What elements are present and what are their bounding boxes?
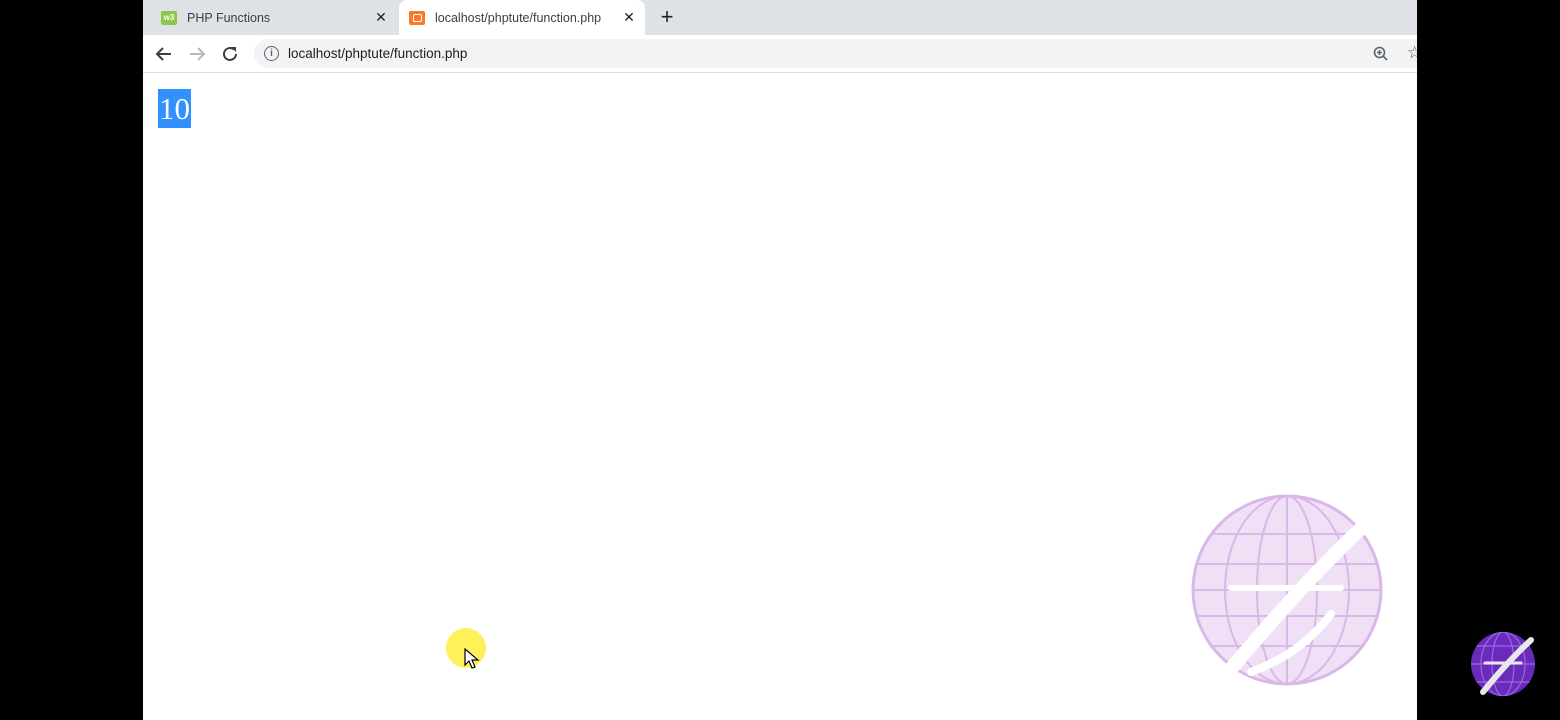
info-icon[interactable]: i [264,46,279,61]
globe-watermark-icon [1191,494,1383,686]
channel-logo-icon [1471,632,1535,696]
reload-icon [223,46,237,61]
new-tab-button[interactable]: + [655,5,679,29]
arrow-right-icon [190,47,206,61]
browser-toolbar: i localhost/phptute/function.php ☆ [143,35,1417,73]
close-tab-icon[interactable]: ✕ [621,9,637,25]
selected-output-text: 10 [158,89,191,128]
address-bar[interactable]: i localhost/phptute/function.php ☆ [254,39,1417,68]
page-content: 10 [143,73,1417,720]
w3schools-icon: w3 [161,10,177,25]
bookmark-star-icon[interactable]: ☆ [1407,43,1417,63]
close-tab-icon[interactable]: ✕ [373,9,389,25]
reload-button[interactable] [217,41,243,67]
xampp-icon [409,10,425,25]
tab-php-functions[interactable]: w3 PHP Functions ✕ [151,0,397,35]
browser-window: w3 PHP Functions ✕ localhost/phptute/fun… [143,0,1417,720]
tab-label: PHP Functions [187,10,271,25]
forward-button[interactable] [184,41,210,67]
arrow-left-icon [155,47,171,61]
mouse-pointer-icon [464,648,480,669]
tab-strip: w3 PHP Functions ✕ localhost/phptute/fun… [143,0,1417,35]
tab-function-php[interactable]: localhost/phptute/function.php ✕ [399,0,645,35]
address-text[interactable]: localhost/phptute/function.php [288,46,467,61]
back-button[interactable] [151,41,177,67]
zoom-icon[interactable] [1371,44,1391,64]
tab-label: localhost/phptute/function.php [435,10,602,25]
